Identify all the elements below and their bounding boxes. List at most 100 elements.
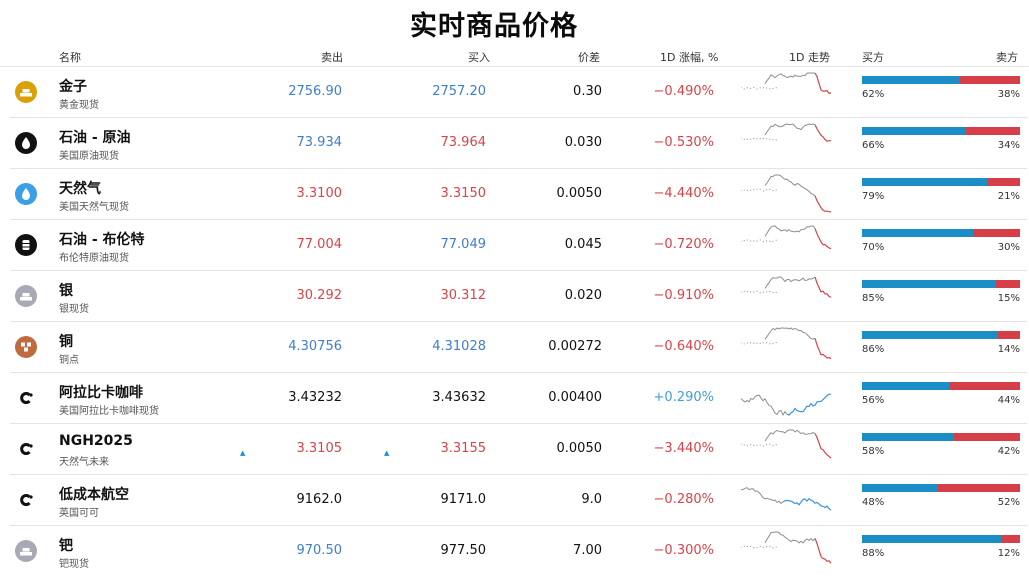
trend-sparkline: [741, 479, 833, 523]
col-buy-header[interactable]: 买入: [468, 49, 490, 65]
sentiment-bar: [862, 484, 1020, 492]
commodity-subtitle: 钯现货: [59, 555, 89, 570]
trend-sparkline: [741, 326, 833, 370]
table-row[interactable]: 低成本航空英国可可9162.09171.09.0−0.280%48%52%: [10, 475, 1027, 526]
table-row[interactable]: 阿拉比卡咖啡美国阿拉比卡咖啡现货3.432323.436320.00400+0.…: [10, 373, 1027, 424]
spread-value: 0.045: [510, 237, 602, 252]
sentiment-bar: [862, 127, 1020, 135]
seller-percent: 15%: [962, 293, 1020, 304]
sell-price: 30.292: [250, 288, 342, 303]
trend-sparkline: [741, 71, 833, 115]
spread-value: 0.030: [510, 135, 602, 150]
table-row[interactable]: NGH2025天然气未来▲▲3.31053.31550.0050−3.440%5…: [10, 424, 1027, 475]
buyer-percent: 58%: [862, 446, 884, 457]
buyer-percent: 88%: [862, 548, 884, 559]
triangle-up-icon: ▲: [240, 449, 245, 457]
buyer-fill: [862, 382, 950, 390]
buyer-fill: [862, 331, 998, 339]
seller-percent: 21%: [962, 191, 1020, 202]
sentiment-bar: [862, 382, 1020, 390]
commodity-name[interactable]: 阿拉比卡咖啡: [59, 382, 143, 402]
sell-price: 3.43232: [250, 390, 342, 405]
col-sell-header[interactable]: 卖出: [321, 49, 343, 65]
table-row[interactable]: 天然气美国天然气现货3.31003.31500.0050−4.440%79%21…: [10, 169, 1027, 220]
commodity-name[interactable]: NGH2025: [59, 433, 133, 449]
change-percent: −3.440%: [620, 441, 714, 456]
seller-percent: 12%: [962, 548, 1020, 559]
commodity-name[interactable]: 低成本航空: [59, 484, 129, 504]
sell-price: 3.3100: [250, 186, 342, 201]
trend-sparkline: [741, 173, 833, 217]
col-spread-header[interactable]: 价差: [578, 49, 600, 65]
table-row[interactable]: 金子黄金现货2756.902757.200.30−0.490%62%38%: [10, 67, 1027, 118]
commodity-name[interactable]: 石油 - 布伦特: [59, 229, 145, 249]
seller-percent: 34%: [962, 140, 1020, 151]
col-trend-header: 1D 走势: [789, 49, 830, 65]
sell-price: 9162.0: [250, 492, 342, 507]
buy-price: 73.964: [394, 135, 486, 150]
change-percent: −0.640%: [620, 339, 714, 354]
table-row[interactable]: 石油 - 原油美国原油现货73.93473.9640.030−0.530%66%…: [10, 118, 1027, 169]
buyer-percent: 66%: [862, 140, 884, 151]
sell-price: 970.50: [250, 543, 342, 558]
col-name-header[interactable]: 名称: [59, 49, 81, 65]
spread-value: 0.30: [510, 84, 602, 99]
buyer-percent: 70%: [862, 242, 884, 253]
gold-bars-icon: [15, 81, 37, 103]
triangle-up-icon: ▲: [384, 449, 389, 457]
buy-price: 30.312: [394, 288, 486, 303]
commodity-name[interactable]: 银: [59, 280, 73, 300]
commodity-name[interactable]: 铜: [59, 331, 73, 351]
buyer-fill: [862, 229, 973, 237]
commodity-subtitle: 铜点: [59, 351, 79, 366]
buyer-fill: [862, 535, 1001, 543]
spread-value: 9.0: [510, 492, 602, 507]
spread-value: 0.00400: [510, 390, 602, 405]
commodity-name[interactable]: 天然气: [59, 178, 101, 198]
col-change-header[interactable]: 1D 涨幅, %: [660, 49, 718, 65]
buy-price: 9171.0: [394, 492, 486, 507]
sell-price: 2756.90: [250, 84, 342, 99]
spread-value: 7.00: [510, 543, 602, 558]
table-row[interactable]: 钯钯现货 970.50 977.50 7.00 −0.300% 88% 12%: [10, 526, 1027, 576]
commodity-subtitle: 布伦特原油现货: [59, 249, 129, 264]
table-row[interactable]: 铜铜点4.307564.310280.00272−0.640%86%14%: [10, 322, 1027, 373]
col-seller-header: 卖方: [996, 49, 1018, 65]
change-percent: −0.280%: [620, 492, 714, 507]
spread-value: 0.020: [510, 288, 602, 303]
sentiment-bar: [862, 76, 1020, 84]
futures-c-icon: [15, 438, 37, 460]
table-row[interactable]: 石油 - 布伦特布伦特原油现货77.00477.0490.045−0.720%7…: [10, 220, 1027, 271]
commodity-subtitle: 黄金现货: [59, 96, 99, 111]
sell-price: 73.934: [250, 135, 342, 150]
change-percent: −0.300%: [620, 543, 714, 558]
sentiment-bar: [862, 433, 1020, 441]
table-row[interactable]: 银银现货30.29230.3120.020−0.910%85%15%: [10, 271, 1027, 322]
change-percent: −4.440%: [620, 186, 714, 201]
buyer-fill: [862, 484, 938, 492]
palladium-bars-icon: [15, 540, 37, 562]
seller-percent: 52%: [962, 497, 1020, 508]
buy-price: 977.50: [394, 543, 486, 558]
trend-sparkline: [741, 377, 833, 421]
commodity-name[interactable]: 钯: [59, 535, 73, 555]
commodity-subtitle: 英国可可: [59, 504, 99, 519]
buyer-percent: 56%: [862, 395, 884, 406]
buyer-fill: [862, 178, 987, 186]
sell-price: 77.004: [250, 237, 342, 252]
commodity-subtitle: 银现货: [59, 300, 89, 315]
commodity-name[interactable]: 石油 - 原油: [59, 127, 131, 147]
buyer-fill: [862, 433, 954, 441]
spread-value: 0.0050: [510, 441, 602, 456]
change-percent: −0.720%: [620, 237, 714, 252]
buyer-fill: [862, 127, 966, 135]
commodity-subtitle: 天然气未来: [59, 453, 109, 468]
sentiment-bar: [862, 178, 1020, 186]
page-title: 实时商品价格: [0, 4, 988, 43]
gas-flame-icon: [15, 183, 37, 205]
oil-barrel-icon: [15, 234, 37, 256]
seller-percent: 44%: [962, 395, 1020, 406]
buyer-fill: [862, 280, 996, 288]
commodity-subtitle: 美国原油现货: [59, 147, 119, 162]
commodity-name[interactable]: 金子: [59, 76, 87, 96]
